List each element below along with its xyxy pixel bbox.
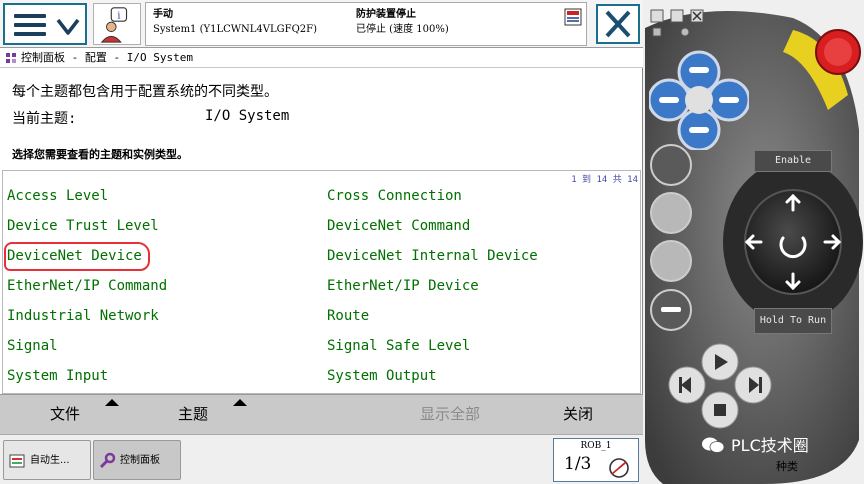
- top-bar: i 手动 System1 (Y1LCWNL4VLGFQ2F) 防护装置停止 已停…: [0, 0, 643, 48]
- menu-up-arrow-icon: [233, 399, 247, 406]
- description-text: 每个主题都包含用于配置系统的不同类型。: [12, 84, 278, 100]
- type-list: 1 到 14 共 14 Access Level Device Trust Le…: [2, 170, 641, 394]
- current-topic-value: I/O System: [205, 108, 290, 124]
- list-item-ethernetip-device[interactable]: EtherNet/IP Device: [327, 278, 479, 294]
- list-item-industrial-network[interactable]: Industrial Network: [7, 308, 159, 324]
- operating-mode: 手动: [153, 9, 173, 20]
- task-auto-production-label: 自动生...: [30, 455, 70, 466]
- enable-button[interactable]: Enable: [754, 150, 832, 172]
- breadcrumb-text: 控制面板 - 配置 - I/O System: [21, 51, 193, 64]
- quickset-button[interactable]: ROB_1 1/3: [553, 438, 639, 482]
- menu-up-arrow-icon: [105, 399, 119, 406]
- pendant-footer-text: 种类: [776, 460, 798, 473]
- list-item-device-trust-level[interactable]: Device Trust Level: [7, 218, 159, 234]
- command-bar: 文件 主题 显示全部 关闭: [0, 394, 643, 434]
- annotation-highlight-circle: [4, 242, 150, 271]
- close-button[interactable]: 关闭: [516, 395, 640, 435]
- chevron-down-icon: [56, 18, 80, 35]
- topic-menu-button[interactable]: 主题: [130, 395, 256, 435]
- show-all-label: 显示全部: [419, 405, 480, 423]
- hold-to-run-button[interactable]: Hold To Run: [754, 308, 832, 334]
- pendant-hardware: Enable Hold To Run PLC技术圈 种类: [643, 0, 864, 484]
- svg-text:i: i: [117, 10, 120, 21]
- watermark-text: PLC技术圈: [731, 436, 809, 455]
- operator-window-button[interactable]: i: [93, 3, 141, 45]
- list-item-devicenet-command[interactable]: DeviceNet Command: [327, 218, 470, 234]
- task-control-panel-label: 控制面板: [120, 455, 160, 466]
- close-icon: [605, 10, 631, 38]
- breadcrumb: 控制面板 - 配置 - I/O System: [0, 48, 643, 68]
- close-label: 关闭: [562, 405, 593, 423]
- task-auto-production[interactable]: 自动生...: [3, 440, 91, 480]
- run-control-buttons[interactable]: [665, 340, 775, 440]
- instruction-text: 选择您需要查看的主题和实例类型。: [12, 148, 188, 161]
- window-control-icons: [650, 9, 704, 37]
- list-item-ethernetip-command[interactable]: EtherNet/IP Command: [7, 278, 167, 294]
- current-topic-label: 当前主题:: [12, 111, 77, 127]
- wechat-icon: [702, 437, 725, 453]
- hamburger-icon: [14, 14, 46, 36]
- list-item-access-level[interactable]: Access Level: [7, 188, 108, 204]
- joystick-icon[interactable]: [743, 192, 843, 292]
- flexpendant-screen: i 手动 System1 (Y1LCWNL4VLGFQ2F) 防护装置停止 已停…: [0, 0, 643, 484]
- list-item-system-output[interactable]: System Output: [327, 368, 437, 384]
- list-item-route[interactable]: Route: [327, 308, 369, 324]
- task-control-panel[interactable]: 控制面板: [93, 440, 181, 480]
- control-panel-icon: [6, 53, 16, 63]
- event-log-icon: [564, 8, 582, 26]
- programmable-keys[interactable]: [649, 50, 749, 150]
- list-item-system-input[interactable]: System Input: [7, 368, 108, 384]
- wrench-icon: [99, 452, 116, 469]
- close-window-button[interactable]: [596, 4, 640, 44]
- topic-description: 每个主题都包含用于配置系统的不同类型。 当前主题: I/O System 选择您…: [0, 69, 643, 170]
- status-panel[interactable]: 手动 System1 (Y1LCWNL4VLGFQ2F) 防护装置停止 已停止 …: [145, 2, 587, 46]
- list-item-devicenet-internal-device[interactable]: DeviceNet Internal Device: [327, 248, 538, 264]
- watermark: PLC技术圈: [701, 432, 809, 456]
- main-menu-button[interactable]: [3, 3, 87, 45]
- operator-info-icon: i: [100, 7, 128, 43]
- task-fraction: 1/3: [564, 454, 592, 474]
- list-item-signal-safe-level[interactable]: Signal Safe Level: [327, 338, 470, 354]
- system-name: System1 (Y1LCWNL4VLGFQ2F): [153, 24, 317, 35]
- robot-name: ROB_1: [580, 441, 612, 451]
- safety-state: 防护装置停止: [356, 9, 416, 20]
- item-count: 1 到 14 共 14: [571, 175, 638, 185]
- taskbar: 自动生... 控制面板 ROB_1 1/3: [0, 434, 643, 484]
- speed-mode-icon: [609, 458, 629, 478]
- list-item-signal[interactable]: Signal: [7, 338, 58, 354]
- file-menu-label: 文件: [49, 405, 80, 423]
- auto-production-icon: [9, 454, 25, 468]
- show-all-button[interactable]: 显示全部: [390, 395, 510, 435]
- enable-label: Enable: [774, 155, 812, 166]
- jog-mode-keys[interactable]: [647, 140, 697, 350]
- topic-menu-label: 主题: [177, 405, 208, 423]
- list-item-cross-connection[interactable]: Cross Connection: [327, 188, 462, 204]
- file-menu-button[interactable]: 文件: [0, 395, 130, 435]
- controller-state: 已停止 (速度 100%): [356, 24, 449, 35]
- hold-to-run-label: Hold To Run: [759, 315, 827, 326]
